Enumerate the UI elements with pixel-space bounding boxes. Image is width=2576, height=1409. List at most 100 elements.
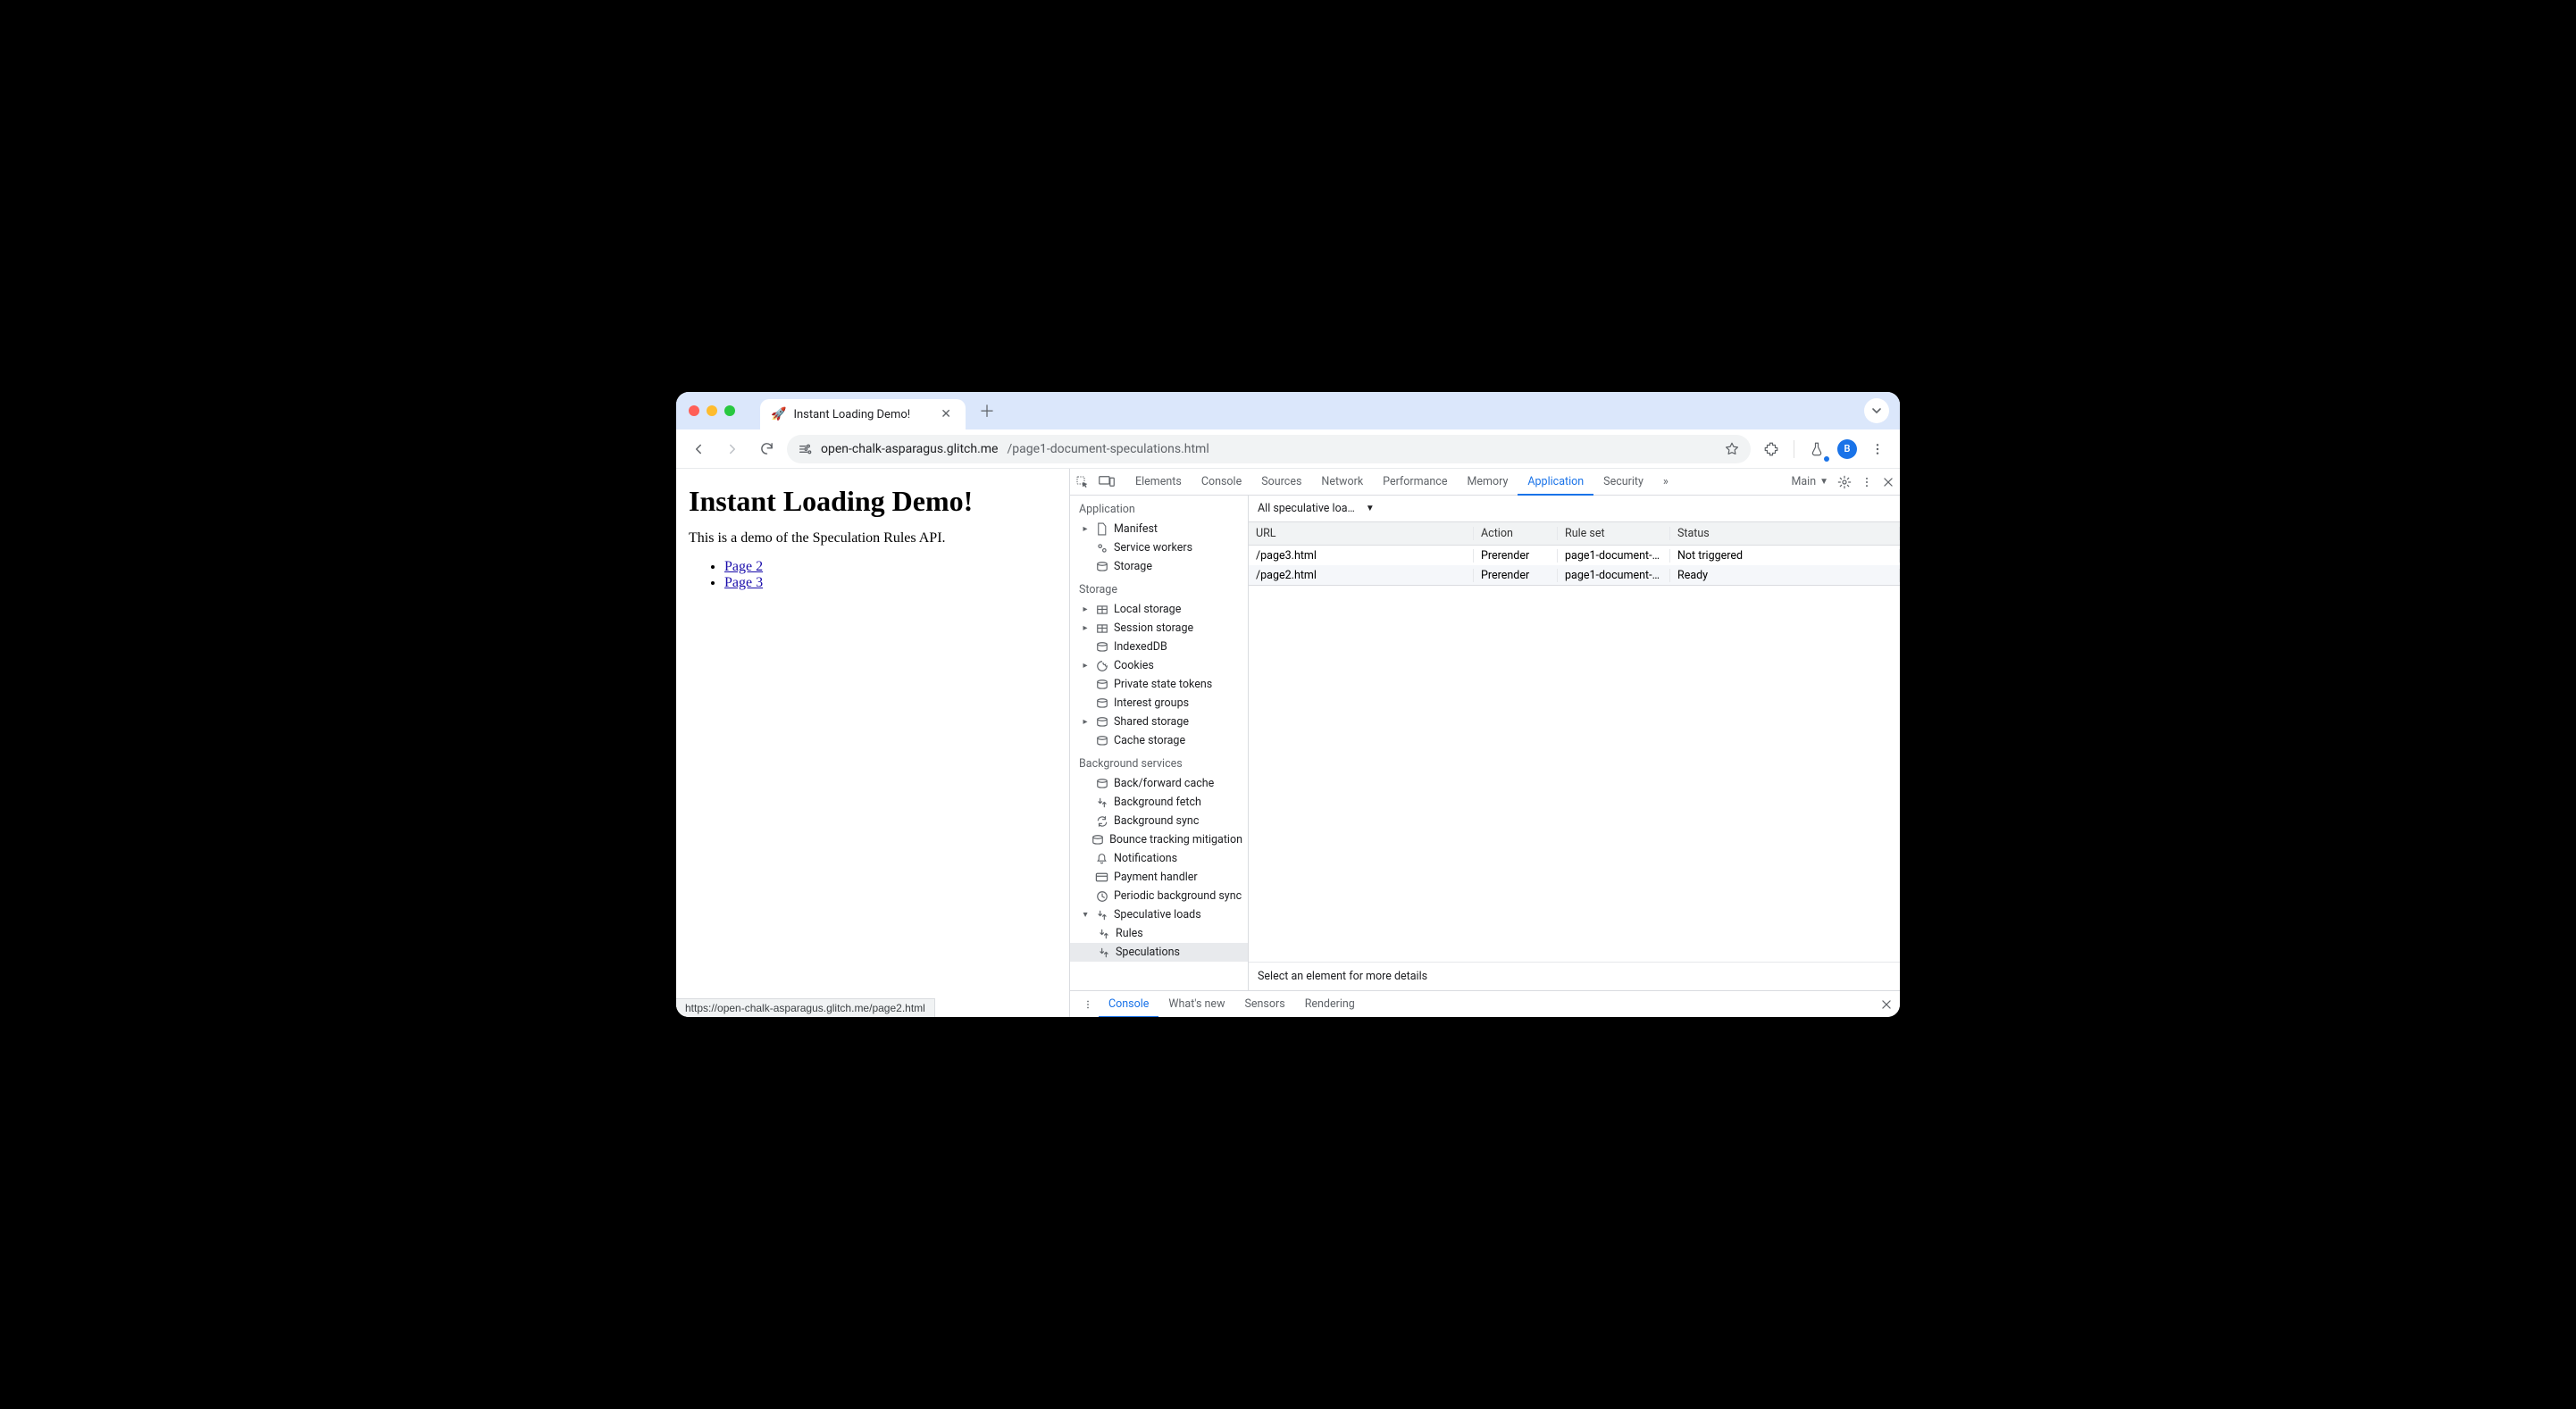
site-settings-icon[interactable] — [798, 442, 812, 456]
tab-search-button[interactable] — [1864, 398, 1889, 423]
label: All speculative loa… — [1258, 502, 1355, 515]
drawer-tab-console[interactable]: Console — [1099, 991, 1158, 1017]
minimize-window-button[interactable] — [707, 405, 717, 416]
sidebar-item-periodic-sync[interactable]: Periodic background sync — [1070, 887, 1248, 905]
sidebar-item-session-storage[interactable]: ▸Session storage — [1070, 619, 1248, 638]
sidebar-item-bounce-tracking[interactable]: Bounce tracking mitigation — [1070, 830, 1248, 849]
section-background: Background services — [1070, 750, 1248, 774]
drawer-menu-icon[interactable] — [1077, 999, 1099, 1010]
sidebar-item-bfcache[interactable]: Back/forward cache — [1070, 774, 1248, 793]
drawer-tab-whats-new[interactable]: What's new — [1158, 991, 1234, 1018]
labs-icon[interactable] — [1803, 436, 1830, 463]
sidebar-item-private-state-tokens[interactable]: Private state tokens — [1070, 675, 1248, 694]
devtools-tab-memory[interactable]: Memory — [1457, 469, 1518, 496]
drawer-tab-sensors[interactable]: Sensors — [1234, 991, 1294, 1018]
devtools-tab-performance[interactable]: Performance — [1373, 469, 1457, 496]
sidebar-item-service-workers[interactable]: Service workers — [1070, 538, 1248, 557]
label: Interest groups — [1114, 696, 1189, 710]
devtools-tab-application[interactable]: Application — [1518, 469, 1593, 496]
label: Storage — [1114, 560, 1152, 573]
table-empty-area — [1249, 586, 1900, 962]
close-window-button[interactable] — [689, 405, 699, 416]
section-application: Application — [1070, 496, 1248, 520]
devtools-menu-icon[interactable] — [1861, 476, 1873, 488]
browser-menu-icon[interactable] — [1864, 436, 1891, 463]
content-area: Instant Loading Demo! This is a demo of … — [676, 469, 1900, 1017]
devtools-tab-network[interactable]: Network — [1311, 469, 1373, 496]
reload-button[interactable] — [753, 436, 780, 463]
sidebar-item-payment-handler[interactable]: Payment handler — [1070, 868, 1248, 887]
cell-rule: page1-document-… — [1558, 549, 1670, 563]
sidebar-item-local-storage[interactable]: ▸Local storage — [1070, 600, 1248, 619]
devtools-close-icon[interactable] — [1882, 476, 1894, 488]
label: Local storage — [1114, 603, 1181, 616]
devtools-tab-more[interactable]: » — [1653, 469, 1678, 496]
col-action[interactable]: Action — [1474, 527, 1558, 540]
drawer-close-icon[interactable] — [1880, 998, 1893, 1011]
cell-rule: page1-document-… — [1558, 569, 1670, 582]
label: Manifest — [1114, 522, 1158, 536]
drawer-tab-rendering[interactable]: Rendering — [1295, 991, 1365, 1018]
devtools-body: Application ▸Manifest Service workers St… — [1070, 496, 1900, 990]
profile-avatar[interactable]: B — [1837, 439, 1857, 459]
browser-window: 🚀 Instant Loading Demo! ✕ ＋ open-chalk-a… — [676, 392, 1900, 1017]
address-bar[interactable]: open-chalk-asparagus.glitch.me/page1-doc… — [787, 435, 1751, 463]
label: Cache storage — [1114, 734, 1185, 747]
col-status[interactable]: Status — [1670, 527, 1900, 540]
sidebar-item-storage[interactable]: Storage — [1070, 557, 1248, 576]
cell-status: Ready — [1670, 569, 1900, 582]
window-controls — [689, 405, 735, 416]
sidebar-item-bg-sync[interactable]: Background sync — [1070, 812, 1248, 830]
devtools-tab-elements[interactable]: Elements — [1125, 469, 1192, 496]
devtools-tab-security[interactable]: Security — [1593, 469, 1653, 496]
device-toolbar-icon[interactable] — [1099, 475, 1115, 489]
label: Session storage — [1114, 621, 1193, 635]
label: Service workers — [1114, 541, 1192, 554]
table-row[interactable]: /page3.html Prerender page1-document-… N… — [1249, 546, 1900, 565]
status-bar: https://open-chalk-asparagus.glitch.me/p… — [676, 998, 935, 1017]
col-url[interactable]: URL — [1249, 527, 1474, 540]
inspect-element-icon[interactable] — [1075, 475, 1090, 489]
sidebar-item-rules[interactable]: Rules — [1070, 924, 1248, 943]
extensions-icon[interactable] — [1758, 436, 1785, 463]
tab-favicon: 🚀 — [771, 407, 786, 421]
application-sidebar[interactable]: Application ▸Manifest Service workers St… — [1070, 496, 1249, 990]
sidebar-item-cache-storage[interactable]: Cache storage — [1070, 731, 1248, 750]
cell-status: Not triggered — [1670, 549, 1900, 563]
sidebar-item-notifications[interactable]: Notifications — [1070, 849, 1248, 868]
bookmark-icon[interactable] — [1724, 441, 1740, 457]
sidebar-item-interest-groups[interactable]: Interest groups — [1070, 694, 1248, 713]
sidebar-item-manifest[interactable]: ▸Manifest — [1070, 520, 1248, 538]
tab-close-button[interactable]: ✕ — [937, 405, 955, 423]
devtools-tabbar: Elements Console Sources Network Perform… — [1070, 469, 1900, 496]
devtools-tab-sources[interactable]: Sources — [1251, 469, 1311, 496]
cell-action: Prerender — [1474, 569, 1558, 582]
page-link-3[interactable]: Page 3 — [724, 575, 763, 590]
cell-action: Prerender — [1474, 549, 1558, 563]
sidebar-item-speculative-loads[interactable]: ▸Speculative loads — [1070, 905, 1248, 924]
forward-button[interactable] — [719, 436, 746, 463]
browser-tab[interactable]: 🚀 Instant Loading Demo! ✕ — [760, 399, 966, 429]
col-ruleset[interactable]: Rule set — [1558, 527, 1670, 540]
back-button[interactable] — [685, 436, 712, 463]
new-tab-button[interactable]: ＋ — [974, 398, 999, 423]
tab-title: Instant Loading Demo! — [793, 408, 910, 421]
sidebar-item-speculations[interactable]: Speculations — [1070, 943, 1248, 962]
devtools-tab-console[interactable]: Console — [1192, 469, 1251, 496]
table-row[interactable]: /page2.html Prerender page1-document-… R… — [1249, 565, 1900, 585]
devtools-settings-icon[interactable] — [1837, 475, 1852, 489]
speculations-filter-dropdown[interactable]: All speculative loa… ▼ — [1258, 502, 1375, 515]
label: Speculative loads — [1114, 908, 1201, 921]
cell-url: /page3.html — [1249, 549, 1474, 563]
devtools-target-dropdown[interactable]: Main ▼ — [1791, 475, 1828, 488]
sidebar-item-cookies[interactable]: ▸Cookies — [1070, 656, 1248, 675]
sidebar-item-bg-fetch[interactable]: Background fetch — [1070, 793, 1248, 812]
maximize-window-button[interactable] — [724, 405, 735, 416]
sidebar-item-indexeddb[interactable]: IndexedDB — [1070, 638, 1248, 656]
label: Back/forward cache — [1114, 777, 1214, 790]
sidebar-item-shared-storage[interactable]: ▸Shared storage — [1070, 713, 1248, 731]
page-link-2[interactable]: Page 2 — [724, 559, 763, 574]
speculations-view: All speculative loa… ▼ URL Action Rule s… — [1249, 496, 1900, 990]
label: Shared storage — [1114, 715, 1189, 729]
label: Notifications — [1114, 852, 1177, 865]
